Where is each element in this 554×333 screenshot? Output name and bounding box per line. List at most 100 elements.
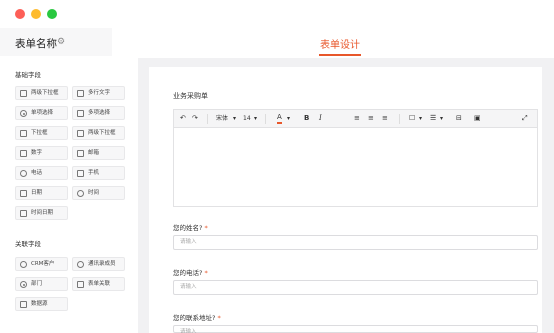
close-window-button[interactable] xyxy=(15,9,25,19)
name-input[interactable]: 请输入 xyxy=(173,235,538,250)
field-label: 日期 xyxy=(31,190,43,196)
bold-icon[interactable]: B xyxy=(304,113,309,124)
datetime-icon xyxy=(20,210,27,217)
field-label-phone: 您的电话? * xyxy=(173,267,208,277)
minimize-window-button[interactable] xyxy=(31,9,41,19)
number-icon xyxy=(20,150,27,157)
field-date[interactable]: 日期 xyxy=(15,186,68,200)
customer-icon xyxy=(20,261,27,268)
multiline-icon xyxy=(77,90,84,97)
field-label: 通讯录成员 xyxy=(88,261,116,267)
field-multi-choice[interactable]: 多项选择 xyxy=(72,106,125,120)
cascade-icon xyxy=(20,90,27,97)
image-icon[interactable]: ▣ xyxy=(474,113,481,124)
phone-input[interactable]: 请输入 xyxy=(173,280,538,295)
field-datetime[interactable]: 时间日期 xyxy=(15,206,68,220)
phone-icon xyxy=(20,170,27,177)
chevron-down-icon[interactable]: ▾ xyxy=(440,113,443,124)
clock-icon xyxy=(77,190,84,197)
font-color-icon[interactable]: A xyxy=(277,113,282,124)
field-label-name: 您的姓名? * xyxy=(173,222,208,232)
contact-icon xyxy=(77,261,84,268)
field-department[interactable]: 部门 xyxy=(15,277,68,291)
redo-icon[interactable]: ↷ xyxy=(192,113,198,124)
table-icon[interactable]: ⊟ xyxy=(456,113,462,124)
align-right-icon[interactable]: ≡ xyxy=(382,113,388,124)
form-name-area: 表单名称 ⚙ xyxy=(0,28,112,56)
calendar-icon xyxy=(20,190,27,197)
active-tab-indicator xyxy=(319,54,361,56)
field-mobile[interactable]: 手机 xyxy=(72,166,125,180)
field-label: 表单关联 xyxy=(88,281,111,287)
mail-icon xyxy=(77,150,84,157)
tab-form-design[interactable]: 表单设计 xyxy=(320,36,360,51)
field-palette: 基础字段 两级下拉框 多行文字 单项选择 多项选择 下拉框 两级下拉框 数字 邮… xyxy=(0,58,138,333)
chevron-down-icon[interactable]: ▾ xyxy=(287,113,290,124)
editor-toolbar: ↶ ↷ 宋体 ▾ 14 ▾ A ▾ B I ≡ ≡ ≡ ☐ ▾ ☰ ▾ ⊟ ▣ … xyxy=(174,110,537,128)
field-label: 时间日期 xyxy=(31,210,54,216)
toolbar-divider xyxy=(207,114,208,124)
font-size-select[interactable]: 14 xyxy=(243,113,251,124)
field-contact-member[interactable]: 通讯录成员 xyxy=(72,257,125,271)
field-label: 手机 xyxy=(88,170,100,176)
field-multiline-text[interactable]: 多行文字 xyxy=(72,86,125,100)
field-label-address: 您的联系地址? * xyxy=(173,312,221,322)
field-single-choice[interactable]: 单项选择 xyxy=(15,106,68,120)
toolbar-divider xyxy=(399,114,400,124)
field-label: 单项选择 xyxy=(31,110,54,116)
dropdown-icon xyxy=(20,130,27,137)
checkbox-icon xyxy=(77,110,84,117)
field-label: 两级下拉框 xyxy=(88,130,116,136)
field-datasource[interactable]: 数据源 xyxy=(15,297,68,311)
design-area: 业务采购单 ↶ ↷ 宋体 ▾ 14 ▾ A ▾ B I ≡ ≡ ≡ ☐ ▾ ☰ … xyxy=(138,58,554,333)
mobile-icon xyxy=(77,170,84,177)
field-label: 电话 xyxy=(31,170,43,176)
question-text: 您的电话? xyxy=(173,269,203,277)
maximize-window-button[interactable] xyxy=(47,9,57,19)
app-header: 表单名称 ⚙ 表单设计 xyxy=(0,28,554,58)
field-email[interactable]: 邮箱 xyxy=(72,146,125,160)
font-family-select[interactable]: 宋体 xyxy=(216,113,228,124)
datasource-icon xyxy=(20,301,27,308)
required-mark: * xyxy=(217,314,221,322)
required-mark: * xyxy=(204,269,208,277)
align-center-icon[interactable]: ≡ xyxy=(368,113,374,124)
fullscreen-icon[interactable]: ⤢ xyxy=(522,113,528,124)
cascade-icon xyxy=(77,130,84,137)
field-number[interactable]: 数字 xyxy=(15,146,68,160)
italic-icon[interactable]: I xyxy=(319,113,322,124)
field-label: CRM客户 xyxy=(31,261,55,267)
basic-fields-title: 基础字段 xyxy=(15,71,41,79)
rich-text-editor[interactable]: ↶ ↷ 宋体 ▾ 14 ▾ A ▾ B I ≡ ≡ ≡ ☐ ▾ ☰ ▾ ⊟ ▣ … xyxy=(173,109,538,207)
chevron-down-icon[interactable]: ▾ xyxy=(254,113,257,124)
department-icon xyxy=(20,281,27,288)
required-mark: * xyxy=(204,224,208,232)
field-time[interactable]: 时间 xyxy=(72,186,125,200)
field-label: 邮箱 xyxy=(88,150,100,156)
line-height-icon[interactable]: ☰ xyxy=(430,113,436,124)
field-label: 两级下拉框 xyxy=(31,90,59,96)
border-icon[interactable]: ☐ xyxy=(409,113,415,124)
field-dropdown[interactable]: 下拉框 xyxy=(15,126,68,140)
field-crm-customer[interactable]: CRM客户 xyxy=(15,257,68,271)
form-title[interactable]: 业务采购单 xyxy=(173,91,208,101)
settings-icon[interactable]: ⚙ xyxy=(57,37,67,47)
field-label: 数据源 xyxy=(31,301,48,307)
related-fields-title: 关联字段 xyxy=(15,240,41,248)
align-left-icon[interactable]: ≡ xyxy=(354,113,360,124)
field-cascade-select[interactable]: 两级下拉框 xyxy=(15,86,68,100)
question-text: 您的联系地址? xyxy=(173,314,216,322)
field-label: 下拉框 xyxy=(31,130,48,136)
field-cascade-select-2[interactable]: 两级下拉框 xyxy=(72,126,125,140)
field-phone[interactable]: 电话 xyxy=(15,166,68,180)
field-label: 部门 xyxy=(31,281,43,287)
question-text: 您的姓名? xyxy=(173,224,203,232)
chevron-down-icon[interactable]: ▾ xyxy=(419,113,422,124)
chevron-down-icon[interactable]: ▾ xyxy=(233,113,236,124)
undo-icon[interactable]: ↶ xyxy=(180,113,186,124)
field-label: 多行文字 xyxy=(88,90,111,96)
field-form-link[interactable]: 表单关联 xyxy=(72,277,125,291)
address-input[interactable]: 请输入 xyxy=(173,325,538,333)
form-canvas: 业务采购单 ↶ ↷ 宋体 ▾ 14 ▾ A ▾ B I ≡ ≡ ≡ ☐ ▾ ☰ … xyxy=(149,67,542,333)
form-name[interactable]: 表单名称 xyxy=(15,36,57,51)
